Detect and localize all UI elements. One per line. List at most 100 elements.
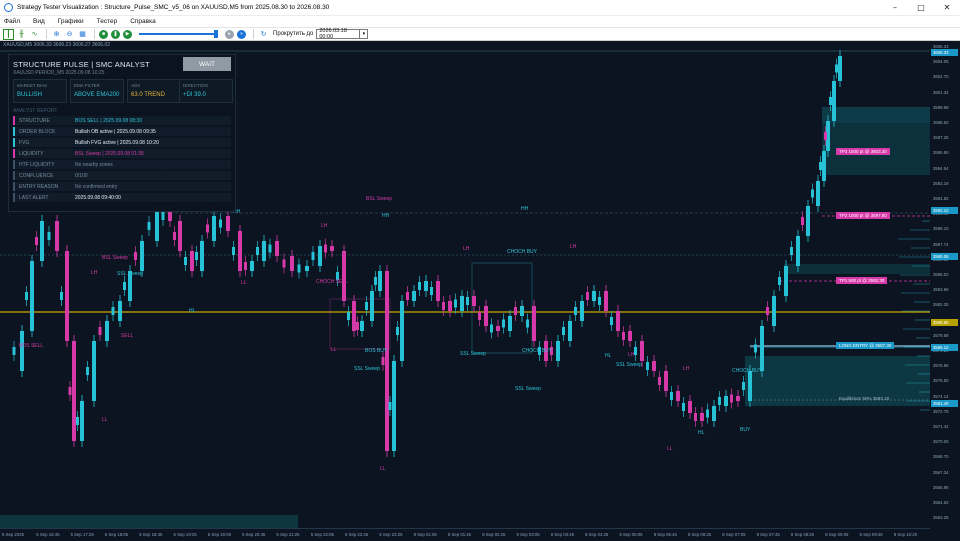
time-label: 5 Sep 20:45 xyxy=(242,532,266,537)
speed-slider[interactable] xyxy=(139,29,221,39)
skip-to-icon[interactable]: ↻ xyxy=(258,29,269,40)
chart-label: LH xyxy=(570,244,577,250)
candle-body xyxy=(155,211,159,241)
minimize-button[interactable]: – xyxy=(882,0,908,15)
candle-body xyxy=(98,327,102,335)
candle-body xyxy=(824,132,827,140)
close-button[interactable]: ✕ xyxy=(934,0,960,15)
speed-slider-thumb[interactable] xyxy=(214,30,218,38)
chart-label: LH xyxy=(91,270,98,276)
candle-body xyxy=(835,64,838,73)
candle-body xyxy=(484,306,488,326)
time-label: 5 Sep 22:05 xyxy=(310,532,334,537)
zoom-out-icon[interactable]: ⊖ xyxy=(64,29,75,40)
play-icon[interactable]: ▶ xyxy=(123,29,132,39)
wait-button[interactable]: WAIT xyxy=(183,57,231,71)
candle-body xyxy=(520,306,524,316)
calendar-dropdown-icon[interactable]: ▾ xyxy=(360,29,369,39)
fast-forward-icon[interactable]: » xyxy=(237,29,246,39)
report-row-liquidity: LIQUIDITY BSL Sweep | 2025.09.08 01:35 xyxy=(13,149,231,158)
candle-body xyxy=(676,391,680,401)
candle-body xyxy=(378,271,382,291)
time-label: 8 Sep 03:05 xyxy=(516,532,540,537)
skip-date-field[interactable]: 2026.03.18 00:00 xyxy=(316,28,361,40)
chart-label: LH xyxy=(463,246,470,252)
price-label: 3570.06 xyxy=(933,439,949,445)
time-label: 8 Sep 08:25 xyxy=(790,532,815,537)
candle-body xyxy=(219,219,222,228)
time-label: 5 Sep 18:05 xyxy=(104,532,129,537)
candle-body xyxy=(801,217,804,225)
liquidity-zone xyxy=(784,264,930,274)
card-market-bias: MARKET BIAS BULLISH xyxy=(13,79,67,103)
chart-label: SSL Sweep xyxy=(515,386,541,392)
menu-charts[interactable]: Графики xyxy=(58,18,84,25)
candle-body xyxy=(12,347,16,355)
candle-body xyxy=(347,312,350,320)
candle-body xyxy=(238,231,242,271)
candle-body xyxy=(365,302,368,310)
price-tag: 3592.12 xyxy=(931,207,958,214)
menu-tester[interactable]: Тестер xyxy=(97,18,118,25)
row-value: No nearby zones xyxy=(75,161,113,168)
time-label: 8 Sep 02:25 xyxy=(482,532,506,537)
zoom-in-icon[interactable]: ⊕ xyxy=(51,29,62,40)
candle-body xyxy=(706,409,709,418)
pause-icon[interactable]: ❚ xyxy=(111,29,120,39)
candle-body xyxy=(173,232,176,240)
price-tag: 3585.12 xyxy=(931,344,958,351)
candle-body xyxy=(454,299,457,308)
candle-body xyxy=(806,206,810,236)
candle-body xyxy=(134,252,137,260)
stop-icon[interactable]: ■ xyxy=(99,29,108,39)
candle-body xyxy=(556,341,560,361)
row-marker xyxy=(13,182,15,191)
speed-slider-track xyxy=(139,33,217,35)
candle-body xyxy=(822,151,826,181)
price-chart[interactable]: XAUUSD,M5 3606.33 3606.23 3606.27 3606.0… xyxy=(0,41,960,541)
row-marker xyxy=(13,160,15,169)
time-axis[interactable]: 5 Sep 2025 5 Sep 16:45 5 Sep 17:25 5 Sep 18… xyxy=(0,528,930,541)
row-key: STRUCTURE xyxy=(19,117,50,124)
menu-view[interactable]: Вид xyxy=(33,18,45,25)
candle-body xyxy=(604,291,608,311)
price-scale[interactable]: 3606.33 3604.05 3602.70 3601.34 3599.98 3598.… xyxy=(930,41,960,541)
bar-chart-icon[interactable]: ┃ xyxy=(3,28,14,40)
menu-file[interactable]: Файл xyxy=(4,18,20,25)
line-chart-icon[interactable]: ∿ xyxy=(29,29,40,40)
candle-body xyxy=(232,247,235,255)
candle-body xyxy=(250,261,254,271)
chart-label: LL xyxy=(241,280,247,286)
chart-label: LL xyxy=(102,417,108,423)
candle-chart-icon[interactable]: ╫ xyxy=(16,29,27,40)
chart-label: HL xyxy=(605,353,612,359)
grid-icon[interactable]: ▦ xyxy=(77,29,88,40)
candle-body xyxy=(790,247,793,255)
candle-body xyxy=(35,237,38,245)
chart-label: BSL Sweep xyxy=(102,255,128,261)
price-tag: 3581.40 xyxy=(931,400,958,407)
maximize-button[interactable]: □ xyxy=(908,0,934,15)
candle-body xyxy=(406,292,409,300)
chart-label: HH xyxy=(382,213,390,219)
candle-body xyxy=(724,396,728,406)
chart-label: BUY xyxy=(740,427,751,433)
row-key: HTF LIQUIDITY xyxy=(19,161,55,168)
candle-body xyxy=(819,162,822,170)
card-adx: ADX 63.0 TREND xyxy=(127,79,181,103)
row-key: LAST ALERT xyxy=(19,194,49,201)
candle-body xyxy=(718,397,721,405)
candle-body xyxy=(811,189,814,198)
candle-body xyxy=(496,326,500,331)
chart-label: LH xyxy=(321,223,328,229)
candle-body xyxy=(111,307,115,315)
candle-body xyxy=(478,312,481,320)
row-value: BSL Sweep | 2025.09.08 01:35 xyxy=(75,150,144,157)
step-icon[interactable]: ▸ xyxy=(225,29,234,39)
zone-label-tp2: TP2 1000 pt @ 3597.80 xyxy=(836,212,890,219)
chart-label: CHOCH BUY xyxy=(732,368,763,374)
candle-body xyxy=(562,327,565,335)
menu-help[interactable]: Справка xyxy=(130,18,156,25)
row-marker xyxy=(13,138,15,147)
candle-body xyxy=(784,266,788,296)
